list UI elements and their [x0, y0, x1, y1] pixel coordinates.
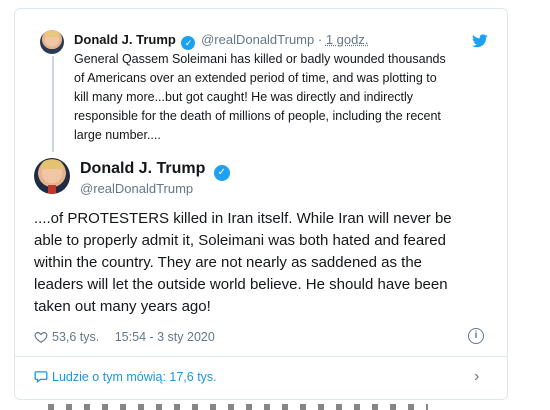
- tweet-text-line: leaders will let the outside world belie…: [34, 276, 448, 293]
- tweet-timestamp-link[interactable]: 15:54 - 3 sty 2020: [115, 330, 215, 344]
- tweet-text-line: taken out many years ago!: [34, 298, 211, 315]
- parent-text-line: responsible for the death of millions of…: [74, 109, 441, 123]
- author-name-row: Donald J. Trump ✓: [80, 160, 232, 181]
- info-icon[interactable]: i: [468, 328, 484, 344]
- discussion-label: Ludzie o tym mówią: 17,6 tys.: [52, 370, 217, 384]
- tweet-text-line: within the country. They are not nearly …: [34, 254, 423, 271]
- heart-icon: [34, 332, 48, 343]
- header-separator: ·: [317, 32, 323, 47]
- tweet-meta-row: 53,6 tys. 15:54 - 3 sty 2020 i: [34, 328, 494, 348]
- parent-author-name[interactable]: Donald J. Trump: [74, 32, 176, 47]
- parent-tweet-header: Donald J. Trump ✓ @realDonaldTrump · 1 g…: [74, 32, 369, 50]
- like-count: 53,6 tys.: [52, 330, 100, 344]
- discussion-link[interactable]: Ludzie o tym mówią: 17,6 tys.: [34, 370, 217, 384]
- like-button[interactable]: 53,6 tys.: [34, 330, 103, 344]
- twitter-bird-icon[interactable]: [472, 34, 488, 48]
- speech-bubble-icon: [34, 371, 48, 383]
- tweet-text-line: able to properly admit it, Soleimani was…: [34, 232, 446, 249]
- author-name[interactable]: Donald J. Trump: [80, 160, 205, 177]
- parent-avatar[interactable]: [40, 30, 64, 54]
- parent-tweet-text: General Qassem Soleimani has killed or b…: [74, 50, 492, 145]
- tweet-text-line: ....of PROTESTERS killed in Iran itself.…: [34, 210, 452, 227]
- parent-tweet-time-link[interactable]: 1 godz.: [326, 32, 369, 47]
- verified-badge-icon: ✓: [181, 36, 196, 50]
- parent-text-line: General Qassem Soleimani has killed or b…: [74, 52, 446, 66]
- thread-connector-line: [52, 56, 54, 152]
- author-avatar[interactable]: [34, 158, 70, 194]
- parent-text-line: large number....: [74, 128, 161, 142]
- card-divider: [14, 356, 508, 357]
- cropped-text-remnant: [48, 404, 428, 410]
- parent-text-line: kill many more...but got caught! He was …: [74, 90, 414, 104]
- verified-badge-icon: ✓: [213, 165, 230, 181]
- tweet-text: ....of PROTESTERS killed in Iran itself.…: [34, 208, 494, 318]
- author-handle[interactable]: @realDonaldTrump: [80, 181, 193, 196]
- parent-author-handle[interactable]: @realDonaldTrump: [201, 32, 314, 47]
- parent-text-line: of Americans over an extended period of …: [74, 71, 437, 85]
- chevron-right-icon[interactable]: ›: [474, 368, 479, 386]
